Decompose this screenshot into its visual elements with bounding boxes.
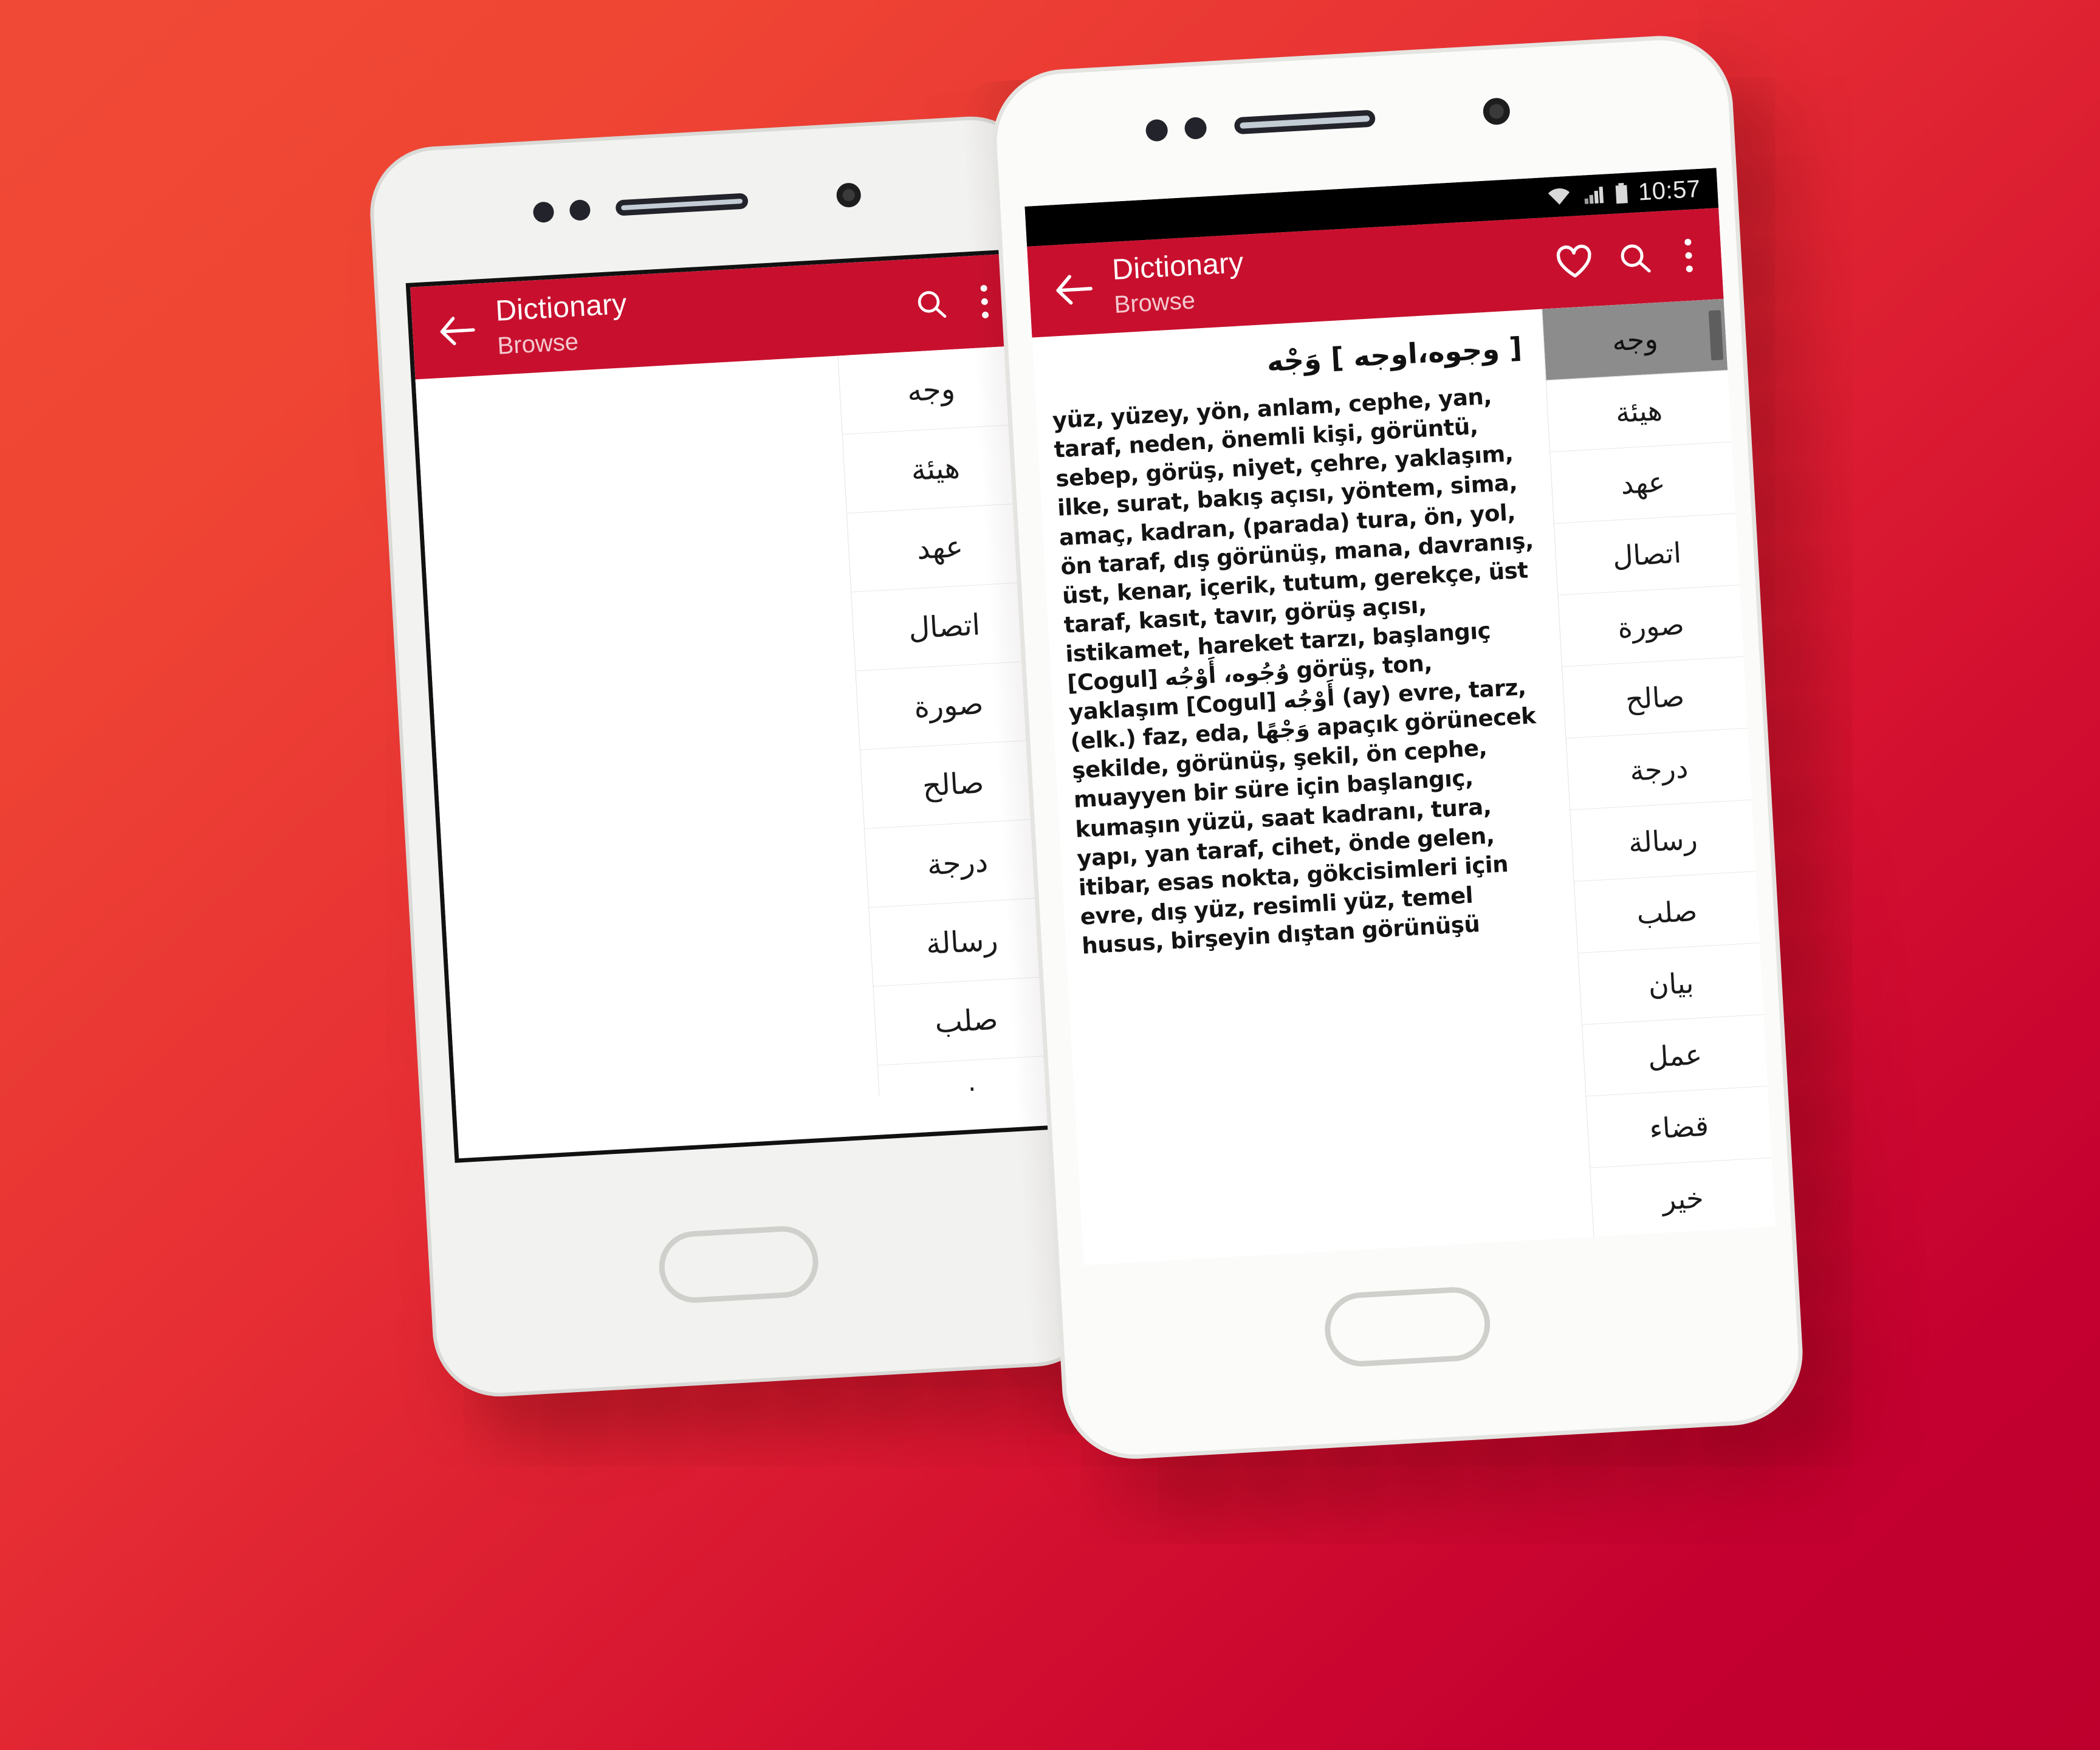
list-item[interactable]: عهد	[846, 503, 1033, 592]
list-item[interactable]: درجة	[864, 818, 1051, 908]
back-toolbar-titles: Dictionary Browse	[485, 273, 916, 362]
battery-icon	[1616, 183, 1628, 204]
proximity-sensor-icon	[1145, 118, 1168, 142]
definition-text: yüz, yüzey, yön, anlam, cephe, yan, tara…	[1051, 383, 1537, 959]
back-content: وجه هيئة عهد اتصال صورة صالح درجة رسالة …	[415, 345, 1062, 1120]
search-icon	[1621, 244, 1651, 273]
overflow-menu-button-back[interactable]	[972, 284, 997, 318]
list-item[interactable]: صورة	[856, 661, 1042, 750]
search-icon	[918, 291, 947, 318]
back-button[interactable]	[1045, 272, 1105, 307]
toolbar-actions	[1554, 237, 1706, 281]
word-label: رسالة	[1627, 822, 1698, 859]
word-label: صالح	[921, 765, 985, 803]
overflow-dot	[1684, 238, 1692, 245]
word-label: رسالة	[925, 922, 999, 961]
word-label: صورة	[1616, 607, 1685, 644]
word-label: عمل	[1647, 1037, 1703, 1074]
overflow-dot	[1686, 265, 1693, 272]
list-item[interactable]: اتصال	[1554, 513, 1740, 595]
list-item[interactable]: صلب	[873, 976, 1060, 1066]
back-button-back-phone[interactable]	[428, 314, 488, 348]
phone-mockup-front: 10:57 Dictionary Browse [وجوه،اوجه] وَ…	[989, 32, 1807, 1463]
back-toolbar-actions	[913, 283, 1002, 322]
word-label: وجه	[1611, 321, 1659, 357]
word-label: هيئة	[1614, 393, 1664, 429]
list-item[interactable]: هيئة	[842, 424, 1029, 514]
list-item[interactable]: رسالة	[1570, 800, 1756, 882]
earpiece-speaker	[1234, 109, 1376, 135]
word-label: قضاء	[1648, 1108, 1710, 1145]
signal-icon	[1585, 187, 1604, 204]
arrow-left-icon	[440, 317, 475, 346]
word-label: درجة	[1628, 750, 1689, 787]
overflow-dot	[981, 311, 989, 318]
word-label: اتصال	[1611, 535, 1683, 573]
word-label: وجه	[906, 371, 956, 408]
word-label: صالح	[1624, 679, 1686, 716]
wifi-icon	[1548, 188, 1570, 205]
phone-mockup-back: Dictionary Browse وجه هيئة عهد اتصال صور…	[366, 112, 1104, 1401]
overflow-dot	[1685, 252, 1692, 259]
list-item[interactable]: هيئة	[1546, 370, 1732, 453]
status-bar-time: 10:57	[1637, 175, 1701, 205]
list-item[interactable]: بيان	[1578, 943, 1764, 1025]
earpiece-speaker	[615, 193, 749, 216]
list-item[interactable]: صورة	[1558, 585, 1744, 667]
word-label: اتصال	[907, 607, 981, 646]
word-label: صورة	[913, 686, 984, 724]
main-content: [ وجوه،اوجه ] وَجْه yüz, yüzey, yön, anl…	[1032, 298, 1776, 1266]
list-item[interactable]: صالح	[1562, 656, 1748, 739]
heart-icon	[1556, 244, 1591, 278]
definition-pane: [ وجوه،اوجه ] وَجْه yüz, yüzey, yön, anl…	[1032, 309, 1593, 1266]
home-button[interactable]	[1323, 1285, 1492, 1369]
front-camera-icon	[1482, 97, 1511, 126]
favorite-button[interactable]	[1554, 244, 1594, 280]
word-label: درجة	[926, 844, 989, 882]
overflow-menu-button[interactable]	[1676, 238, 1701, 272]
word-label: صلب	[933, 1002, 999, 1040]
front-camera-icon	[836, 182, 862, 208]
light-sensor-icon	[569, 199, 591, 221]
headword: [ وجوه،اوجه ] وَجْه	[1266, 331, 1523, 378]
search-button[interactable]	[1616, 239, 1653, 276]
front-phone-screen: 10:57 Dictionary Browse [وجوه،اوجه] وَ…	[1024, 168, 1776, 1266]
word-label: بيان	[1647, 966, 1695, 1002]
overflow-dot	[980, 284, 987, 292]
list-item[interactable]: عمل	[1582, 1015, 1768, 1097]
toolbar-titles: Dictionary Browse	[1102, 230, 1557, 320]
list-item-selected[interactable]: وجه	[1542, 298, 1728, 381]
list-item[interactable]: وجه	[838, 345, 1024, 435]
list-item[interactable]: عهد	[1550, 442, 1736, 524]
arrow-left-icon	[1056, 275, 1093, 305]
list-item[interactable]: خير	[1590, 1158, 1776, 1237]
home-button-back-phone[interactable]	[657, 1224, 820, 1305]
word-label: هيئة	[910, 450, 961, 487]
word-label: عهد	[1619, 465, 1666, 501]
list-item[interactable]: قضاء	[1586, 1086, 1772, 1168]
overflow-dot	[981, 298, 989, 305]
light-sensor-icon	[1184, 116, 1207, 140]
search-button-back[interactable]	[913, 286, 949, 322]
word-label: بيان	[946, 1082, 995, 1096]
back-phone-top-hardware	[532, 182, 862, 225]
list-item[interactable]: اتصال	[851, 582, 1038, 671]
back-phone-screen: Dictionary Browse وجه هيئة عهد اتصال صور…	[405, 249, 1068, 1163]
word-label: صلب	[1636, 894, 1698, 930]
list-item[interactable]: درجة	[1566, 728, 1752, 811]
list-item[interactable]: رسالة	[869, 897, 1055, 987]
front-phone-top-hardware	[1145, 97, 1511, 144]
word-label: خير	[1661, 1181, 1704, 1216]
list-item[interactable]: صالح	[860, 739, 1046, 829]
word-label: عهد	[916, 529, 964, 566]
list-item[interactable]: صلب	[1574, 871, 1760, 953]
proximity-sensor-icon	[532, 201, 555, 224]
back-definition-pane	[415, 355, 879, 1120]
scrollbar-thumb[interactable]	[1708, 310, 1724, 361]
